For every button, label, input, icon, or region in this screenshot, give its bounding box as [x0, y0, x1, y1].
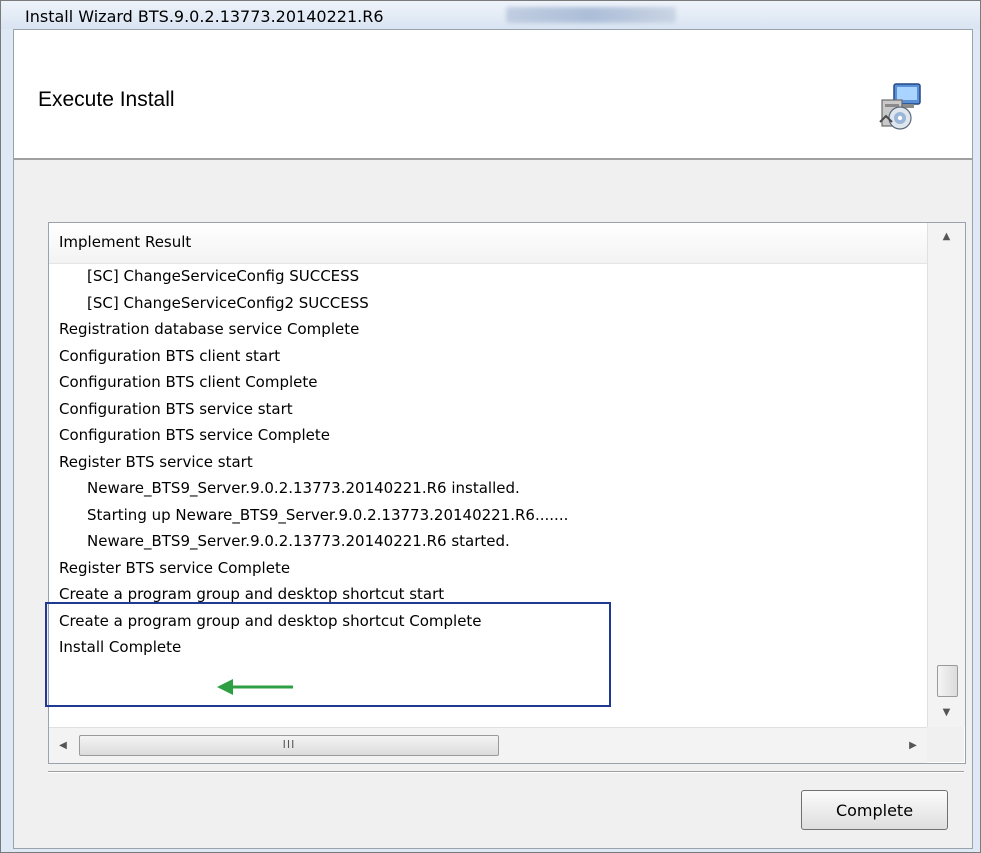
- scroll-left-arrow-icon[interactable]: ◀: [49, 728, 77, 763]
- title-bar: Install Wizard BTS.9.0.2.13773.20140221.…: [1, 1, 980, 29]
- blurred-title-text: [506, 7, 676, 23]
- list-item[interactable]: Neware_BTS9_Server.9.0.2.13773.20140221.…: [49, 528, 927, 555]
- list-item[interactable]: [SC] ChangeServiceConfig SUCCESS: [49, 263, 927, 290]
- window-title: Install Wizard BTS.9.0.2.13773.20140221.…: [25, 7, 384, 26]
- green-arrow-icon: [217, 679, 293, 695]
- list-column-header[interactable]: Implement Result: [49, 223, 928, 264]
- page-title: Execute Install: [38, 88, 175, 111]
- scrollbar-corner: [927, 727, 964, 762]
- list-item[interactable]: Configuration BTS service start: [49, 396, 927, 423]
- list-item[interactable]: Starting up Neware_BTS9_Server.9.0.2.137…: [49, 502, 927, 529]
- list-item[interactable]: Configuration BTS client start: [49, 343, 927, 370]
- list-item[interactable]: Register BTS service Complete: [49, 555, 927, 582]
- scroll-right-arrow-icon[interactable]: ▶: [899, 728, 927, 763]
- list-item[interactable]: Register BTS service start: [49, 449, 927, 476]
- column-header-label: Implement Result: [59, 233, 192, 251]
- list-item[interactable]: Registration database service Complete: [49, 316, 927, 343]
- wizard-header: Execute Install: [14, 30, 972, 160]
- list-item[interactable]: Configuration BTS client Complete: [49, 369, 927, 396]
- vertical-scrollbar[interactable]: ▲ ▼: [927, 223, 965, 727]
- list-item[interactable]: Neware_BTS9_Server.9.0.2.13773.20140221.…: [49, 475, 927, 502]
- button-area-divider: [48, 771, 964, 773]
- installer-window: Install Wizard BTS.9.0.2.13773.20140221.…: [0, 0, 981, 853]
- horizontal-scroll-thumb[interactable]: III: [79, 735, 499, 756]
- list-item[interactable]: [SC] ChangeServiceConfig2 SUCCESS: [49, 290, 927, 317]
- horizontal-scrollbar[interactable]: ◀ III ▶: [49, 727, 927, 763]
- complete-button[interactable]: Complete: [801, 790, 948, 830]
- setup-installer-icon: [879, 83, 921, 130]
- scroll-up-arrow-icon[interactable]: ▲: [928, 223, 965, 251]
- list-item[interactable]: Configuration BTS service Complete: [49, 422, 927, 449]
- scroll-down-arrow-icon[interactable]: ▼: [928, 699, 965, 727]
- wizard-frame: Execute Install Implement Result [SC] Ch…: [13, 29, 973, 849]
- vertical-scroll-thumb[interactable]: [937, 665, 958, 697]
- annotation-highlight-box: [45, 602, 611, 707]
